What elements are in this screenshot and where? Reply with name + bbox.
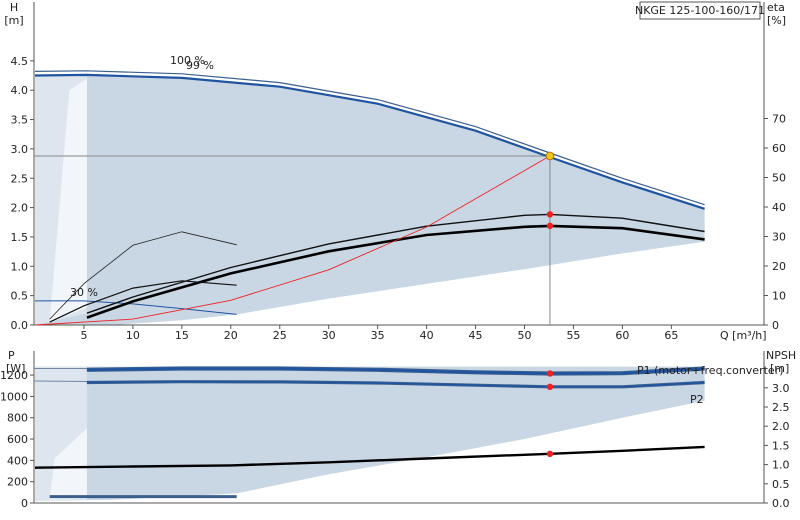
npsh-tick-label: 1.5: [772, 439, 790, 452]
y-tick-label: 2.5: [11, 172, 29, 185]
pump-title-box: NKGE 125-100-160/171: [635, 1, 765, 20]
y2-tick-label: 30: [772, 231, 786, 244]
duty-eta-total-marker: [546, 222, 554, 230]
duty-p2-marker: [546, 383, 554, 391]
p-tick-label: 600: [7, 433, 28, 446]
head-efficiency-plot: 5 10 15 20 25 30 35 40 45 50 55 60 65 Q [m³/h] 0.0 0.5 1…: [4, 1, 786, 342]
y-tick-label: 1.5: [11, 231, 29, 244]
x-tick-label: 5: [80, 329, 87, 342]
npsh-tick-label: 0.0: [772, 497, 790, 510]
y-tick-label: 0.0: [11, 319, 29, 332]
y2-axis-unit: [%]: [767, 14, 786, 27]
duty-point-marker: [545, 151, 555, 161]
y2-tick-label: 50: [772, 172, 786, 185]
x-tick-label: 15: [175, 329, 189, 342]
y-tick-label: 2.0: [11, 202, 29, 215]
npsh-tick-label: 2.5: [772, 401, 790, 414]
x-axis-label: Q [m³/h]: [720, 329, 767, 342]
y2-tick-label: 10: [772, 290, 786, 303]
x-tick-label: 40: [420, 329, 434, 342]
x-tick-label: 30: [322, 329, 336, 342]
x-tick-label: 45: [469, 329, 483, 342]
p-tick-label: 0: [21, 497, 28, 510]
y-axis-label: H: [10, 1, 18, 14]
power-npsh-plot: 0200400600800100012000.00.51.01.52.02.53…: [0, 349, 796, 510]
y2-tick-label: 0: [772, 319, 779, 332]
p-axis-label: P: [8, 349, 15, 362]
y2-tick-label: 40: [772, 201, 786, 214]
annotation-30pct: 30 %: [70, 286, 98, 299]
npsh-axis-label: NPSH: [766, 349, 796, 362]
p-tick-label: 1000: [0, 390, 28, 403]
p-axis-unit: [W]: [6, 362, 25, 375]
x-tick-label: 20: [224, 329, 238, 342]
x-tick-label: 55: [566, 329, 580, 342]
p-tick-label: 800: [7, 412, 28, 425]
pump-title: NKGE 125-100-160/171: [635, 4, 765, 17]
y2-tick-label: 70: [772, 113, 786, 126]
duty-npsh-marker: [546, 450, 554, 458]
pump-curve-chart: 5 10 15 20 25 30 35 40 45 50 55 60 65 Q [m³/h] 0.0 0.5 1…: [0, 1, 796, 510]
p-tick-label: 400: [7, 454, 28, 467]
y-tick-label: 1.0: [11, 260, 29, 273]
x-tick-label: 65: [664, 329, 678, 342]
p-tick-label: 200: [7, 476, 28, 489]
npsh-tick-label: 2.0: [772, 420, 790, 433]
y-tick-label: 3.5: [11, 114, 29, 127]
npsh-tick-label: 0.5: [772, 478, 790, 491]
legend-p1: P1 (motor+freq.converter): [637, 364, 784, 377]
y2-axis-label: eta: [767, 1, 785, 14]
x-tick-label: 10: [126, 329, 140, 342]
x-tick-label: 35: [371, 329, 385, 342]
annotation-99pct: 99 %: [186, 59, 214, 72]
y-tick-label: 4.5: [11, 55, 29, 68]
legend-p2: P2: [690, 393, 704, 406]
y-tick-label: 0.5: [11, 290, 29, 303]
x-tick-label: 25: [273, 329, 287, 342]
npsh-tick-label: 3.0: [772, 382, 790, 395]
duty-eta-pump-marker: [546, 211, 554, 218]
y-axis-unit: [m]: [4, 14, 23, 27]
y2-tick-label: 20: [772, 260, 786, 273]
x-tick-label: 60: [615, 329, 629, 342]
npsh-tick-label: 1.0: [772, 459, 790, 472]
y-tick-label: 4.0: [11, 84, 29, 97]
duty-p1-marker: [546, 370, 554, 377]
y-tick-label: 3.0: [11, 143, 29, 156]
y2-tick-label: 60: [772, 142, 786, 155]
x-tick-label: 50: [518, 329, 532, 342]
p2-lead-line: [33, 380, 87, 382]
